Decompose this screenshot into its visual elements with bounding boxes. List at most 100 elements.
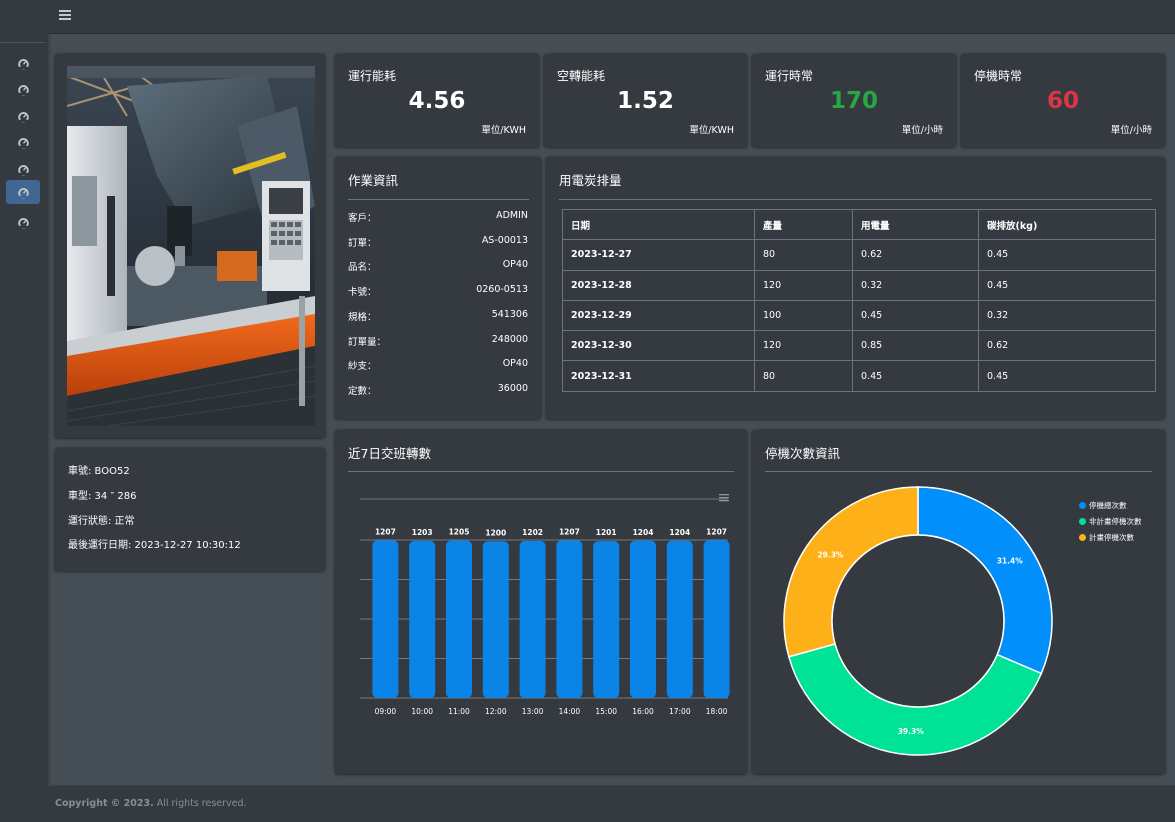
stat-unit: 單位/KWH	[481, 125, 526, 136]
table-row: 2023-12-28 120 0.32 0.45	[562, 269, 1156, 301]
job-info-row: 客戶： ADMIN	[348, 210, 528, 224]
machine-model: 車型: 34 ″ 286	[68, 491, 137, 502]
x-tick-label: 13:00	[522, 707, 544, 716]
job-info-value: OP40	[502, 259, 528, 271]
chart-menu-icon[interactable]	[719, 487, 729, 502]
copyright-bold: Copyright © 2023.	[55, 798, 154, 809]
bar[interactable]	[409, 540, 436, 698]
x-tick-label: 15:00	[595, 707, 617, 716]
column-header-carbon: 碳排放(kg)	[978, 208, 1156, 241]
sidebar-item-3[interactable]	[6, 105, 40, 127]
cell-output: 100	[754, 299, 853, 332]
stat-unit: 單位/KWH	[689, 125, 734, 136]
x-tick-label: 11:00	[448, 707, 470, 716]
legend-item[interactable]: 非計畫停機次數	[1079, 516, 1142, 527]
stat-value: 1.52	[617, 88, 674, 114]
footer: Copyright © 2023. All rights reserved.	[46, 785, 1175, 822]
bar[interactable]	[630, 540, 656, 698]
top-navbar	[46, 0, 1175, 34]
stat-title: 運行時常	[765, 69, 814, 83]
legend-dot	[1079, 534, 1086, 541]
hamburger-icon[interactable]	[59, 10, 71, 22]
carbon-table: 日期 產量 用電量 碳排放(kg) 2023-12-27 80 0.62 0.45 20…	[562, 208, 1156, 392]
bar-value-label: 1202	[522, 528, 543, 537]
machine-number: 車號: BOO52	[68, 466, 130, 477]
job-info-value: OP40	[502, 358, 528, 370]
divider	[348, 199, 529, 200]
job-info-key: 客戶：	[348, 213, 377, 224]
bar[interactable]	[593, 541, 620, 698]
cell-power: 0.85	[852, 330, 979, 362]
job-info-row: 訂單： AS-00013	[348, 235, 528, 249]
x-tick-label: 09:00	[375, 707, 397, 716]
job-info-key: 訂單量：	[348, 336, 387, 348]
bar-value-label: 1207	[706, 527, 727, 536]
table-header-row: 日期 產量 用電量 碳排放(kg)	[562, 208, 1156, 241]
bar[interactable]	[556, 540, 583, 698]
carbon-title: 用電炭排量	[559, 173, 622, 188]
job-info-value: ADMIN	[496, 210, 528, 221]
slice-value-label: 31.4%	[997, 556, 1024, 565]
stat-card-downtime: 停機時常 60 單位/小時	[961, 54, 1165, 147]
sidebar-item-2[interactable]	[6, 78, 40, 100]
bar[interactable]	[519, 541, 546, 698]
machine-photo-card	[55, 54, 325, 438]
bar-value-label: 1205	[449, 528, 470, 537]
job-info-row: 卡號： 0260-0513	[348, 284, 528, 298]
cell-power: 0.45	[852, 360, 979, 392]
stat-unit: 單位/小時	[901, 125, 943, 136]
bar-value-label: 1200	[485, 528, 506, 537]
tachometer-icon	[17, 111, 29, 123]
sidebar-item-1[interactable]	[6, 52, 40, 74]
stat-value: 170	[829, 88, 878, 114]
bar-value-label: 1204	[633, 528, 654, 537]
legend-item[interactable]: 計畫停機次數	[1079, 532, 1134, 543]
bar-value-label: 1207	[559, 527, 580, 536]
legend-label: 計畫停機次數	[1089, 533, 1134, 542]
x-tick-label: 12:00	[485, 707, 507, 716]
sidebar-item-5[interactable]	[6, 158, 40, 180]
sidebar-item-4[interactable]	[6, 131, 40, 153]
cell-power: 0.62	[852, 239, 979, 271]
slice-value-label: 39.3%	[898, 727, 925, 736]
x-tick-label: 17:00	[669, 707, 691, 716]
bar[interactable]	[446, 540, 472, 698]
job-info-key: 卡號：	[348, 287, 377, 299]
sidebar-item-6[interactable]	[6, 180, 40, 204]
column-header-date: 日期	[562, 208, 755, 241]
job-info-key: 定數：	[348, 385, 377, 397]
shift-revolutions-card: 近7日交班轉數 1207 09:00 1203 10:00 1205 11:00 1200 1…	[335, 430, 747, 774]
job-info-row: 訂單量： 248000	[348, 334, 528, 348]
sidebar-divider	[0, 42, 46, 43]
machine-status: 運行狀態: 正常	[68, 516, 135, 527]
bar[interactable]	[703, 540, 730, 698]
shift-bar-chart: 1207 09:00 1203 10:00 1205 11:00 1200 12:00 1202…	[360, 498, 730, 716]
cell-carbon: 0.45	[978, 239, 1156, 271]
carbon-emission-card: 用電炭排量 日期 產量 用電量 碳排放(kg) 2023-12-27 80 0.62…	[546, 157, 1165, 419]
cell-date: 2023-12-29	[562, 299, 755, 332]
table-row: 2023-12-31 80 0.45 0.45	[562, 360, 1156, 392]
job-info-value: 0260-0513	[476, 284, 528, 296]
bar[interactable]	[372, 540, 399, 698]
bar[interactable]	[666, 540, 693, 698]
stat-title: 空轉能耗	[557, 69, 606, 83]
table-row: 2023-12-27 80 0.62 0.45	[562, 239, 1156, 271]
column-header-power: 用電量	[852, 208, 979, 241]
job-info-value: 36000	[497, 382, 528, 394]
legend-item[interactable]: 停機總次數	[1079, 500, 1127, 511]
stat-card-idle-energy: 空轉能耗 1.52 單位/KWH	[544, 54, 747, 147]
stat-value: 4.56	[408, 88, 466, 114]
divider	[559, 199, 1152, 200]
cell-carbon: 0.32	[978, 299, 1156, 332]
tachometer-icon	[17, 217, 29, 229]
job-info-row: 品名： OP40	[348, 259, 528, 273]
stat-card-running-time: 運行時常 170 單位/小時	[752, 54, 956, 147]
cell-output: 80	[754, 239, 853, 271]
cell-date: 2023-12-28	[562, 269, 755, 301]
sidebar-item-7[interactable]	[6, 211, 40, 233]
job-info-row: 定數： 36000	[348, 383, 528, 397]
job-info-key: 品名：	[348, 262, 377, 274]
bar[interactable]	[482, 541, 509, 698]
cell-carbon: 0.45	[978, 360, 1156, 392]
bar-value-label: 1204	[669, 528, 690, 537]
